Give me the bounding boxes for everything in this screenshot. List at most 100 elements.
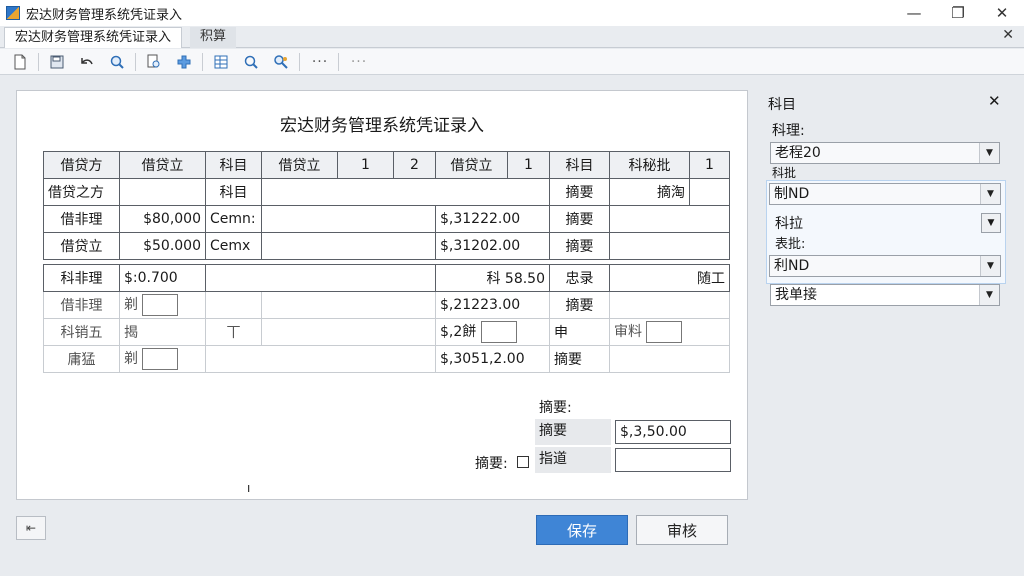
entry-debit-text: 剃 bbox=[124, 297, 138, 313]
new-document-icon[interactable] bbox=[8, 51, 32, 73]
entry-account[interactable] bbox=[205, 291, 262, 319]
cursor-mark: ı bbox=[247, 481, 251, 495]
tab-voucher-entry[interactable]: 宏达财务管理系统凭证录入 bbox=[4, 27, 183, 48]
entry-name[interactable]: 庸猛 bbox=[43, 345, 120, 373]
entry-extra[interactable] bbox=[609, 205, 730, 233]
entry-debit-text: 剃 bbox=[124, 351, 138, 367]
entry-input[interactable] bbox=[205, 345, 436, 373]
entry-amount[interactable]: $,31222.00 bbox=[435, 205, 550, 233]
table-subheader-row: 借贷之方 科目 摘要 摘淘 bbox=[43, 178, 730, 206]
account-select-2[interactable]: 制ND ▼ bbox=[769, 183, 1001, 205]
entry-extra[interactable]: 随工 bbox=[609, 264, 730, 292]
window-title: 宏达财务管理系统凭证录入 bbox=[26, 7, 183, 23]
entry-input[interactable] bbox=[261, 291, 436, 319]
subheader-cell bbox=[119, 178, 206, 206]
entry-summary: 申 bbox=[549, 318, 610, 346]
find-icon[interactable] bbox=[239, 51, 263, 73]
undo-icon[interactable] bbox=[75, 51, 99, 73]
account-select-1[interactable]: 老程20 ▼ bbox=[770, 142, 1000, 164]
toolbar-divider bbox=[202, 52, 203, 71]
subheader-cell: 摘要 bbox=[549, 178, 610, 206]
entry-name[interactable]: 借非理 bbox=[43, 205, 120, 233]
tab-close-icon[interactable]: ✕ bbox=[1002, 27, 1014, 43]
table-row[interactable]: 借贷立 $50.000 Cemx $,31202.00 摘要 bbox=[43, 232, 730, 260]
column-header: 科目 bbox=[205, 151, 262, 179]
entry-box[interactable] bbox=[480, 321, 517, 343]
entry-summary: 摘要 bbox=[549, 232, 610, 260]
table-row[interactable]: 借非理 剃 $,21223.00 摘要 bbox=[43, 291, 730, 319]
entry-box[interactable] bbox=[142, 348, 179, 370]
side-panel-close-icon[interactable]: ✕ bbox=[988, 92, 1001, 110]
entry-name[interactable]: 科非理 bbox=[43, 264, 120, 292]
audit-button[interactable]: 审核 bbox=[636, 515, 728, 545]
entry-extra[interactable] bbox=[609, 345, 730, 373]
side-label-1b: 科批 bbox=[772, 166, 797, 180]
entry-input[interactable] bbox=[261, 205, 436, 233]
entry-amount[interactable]: $,21223.00 bbox=[435, 291, 550, 319]
entry-debit[interactable]: $50.000 bbox=[119, 232, 206, 260]
summary-row1-label: 摘要 bbox=[535, 419, 611, 445]
entry-input[interactable] bbox=[261, 232, 436, 260]
chevron-down-icon: ▼ bbox=[980, 184, 1000, 204]
grid-icon[interactable] bbox=[209, 51, 233, 73]
collapse-button[interactable]: ⇤ bbox=[16, 516, 46, 540]
entry-amount[interactable]: $,31202.00 bbox=[435, 232, 550, 260]
entry-debit[interactable]: 揭 bbox=[119, 318, 206, 346]
summary-checkbox[interactable] bbox=[517, 456, 529, 468]
tab-second[interactable]: 积算 bbox=[190, 27, 237, 48]
column-header: 科目 bbox=[549, 151, 610, 179]
entry-account[interactable]: Cemn: bbox=[205, 205, 262, 233]
entry-extra[interactable] bbox=[609, 232, 730, 260]
maximize-button[interactable]: ❐ bbox=[936, 0, 980, 26]
subheader-cell: 借贷之方 bbox=[43, 178, 120, 206]
minimize-button[interactable]: — bbox=[892, 0, 936, 26]
account-select-4[interactable]: 我单接 ▼ bbox=[770, 284, 1000, 306]
search-doc-icon[interactable] bbox=[142, 51, 166, 73]
table-row[interactable]: 科非理 $:0.700 科 58.50 忠录 随工 bbox=[43, 264, 730, 292]
entry-account[interactable]: Cemx bbox=[205, 232, 262, 260]
more-tools-button-2[interactable]: ··· bbox=[345, 54, 373, 70]
column-header: 1 bbox=[337, 151, 394, 179]
account-select-2-value: 制ND bbox=[774, 186, 810, 202]
entry-amount[interactable]: $,2餅 bbox=[435, 318, 550, 346]
entry-name[interactable]: 借非理 bbox=[43, 291, 120, 319]
entry-amount[interactable]: $,3051,2.00 bbox=[435, 345, 550, 373]
entry-extra[interactable] bbox=[609, 291, 730, 319]
account-select-3[interactable]: 利ND ▼ bbox=[769, 255, 1001, 277]
entry-box[interactable] bbox=[646, 321, 683, 343]
save-icon[interactable] bbox=[45, 51, 69, 73]
subheader-cell: 科目 bbox=[205, 178, 262, 206]
side-label-2b: 表批: bbox=[775, 237, 806, 252]
column-header: 2 bbox=[393, 151, 436, 179]
save-button[interactable]: 保存 bbox=[536, 515, 628, 545]
entry-extra[interactable]: 审料 bbox=[609, 318, 730, 346]
entry-input[interactable] bbox=[205, 264, 436, 292]
entry-amount[interactable]: 科 58.50 bbox=[435, 264, 550, 292]
side-label-1: 科理: bbox=[772, 123, 805, 139]
entry-name[interactable]: 科销五 bbox=[43, 318, 120, 346]
add-dropdown-icon[interactable] bbox=[172, 51, 196, 73]
table-row[interactable]: 借非理 $80,000 Cemn: $,31222.00 摘要 bbox=[43, 205, 730, 233]
entry-input[interactable] bbox=[261, 318, 436, 346]
entry-debit[interactable]: $80,000 bbox=[119, 205, 206, 233]
entry-debit[interactable]: 剃 bbox=[119, 345, 206, 373]
summary-row1-value[interactable]: $,3,50.00 bbox=[615, 420, 731, 444]
entry-box[interactable] bbox=[142, 294, 179, 316]
zoom-icon[interactable] bbox=[105, 51, 129, 73]
entry-debit[interactable]: $:0.700 bbox=[119, 264, 206, 292]
entry-name[interactable]: 借贷立 bbox=[43, 232, 120, 260]
entry-debit[interactable]: 剃 bbox=[119, 291, 206, 319]
table-row[interactable]: 科销五 揭 丅 $,2餅 申 审料 bbox=[43, 318, 730, 346]
side-label-2: 科拉 bbox=[775, 216, 803, 232]
column-header: 1 bbox=[689, 151, 730, 179]
entry-summary: 摘要 bbox=[549, 291, 610, 319]
entry-account[interactable]: 丅 bbox=[205, 318, 262, 346]
close-window-button[interactable]: ✕ bbox=[980, 0, 1024, 26]
account-select-4-value: 我单接 bbox=[775, 287, 817, 303]
table-row[interactable]: 庸猛 剃 $,3051,2.00 摘要 bbox=[43, 345, 730, 373]
more-tools-button[interactable]: ··· bbox=[306, 54, 334, 70]
subheader-cell: 摘淘 bbox=[609, 178, 690, 206]
chevron-down-icon[interactable]: ▼ bbox=[981, 213, 1001, 233]
summary-row2-value[interactable] bbox=[615, 448, 731, 472]
find-replace-icon[interactable] bbox=[269, 51, 293, 73]
